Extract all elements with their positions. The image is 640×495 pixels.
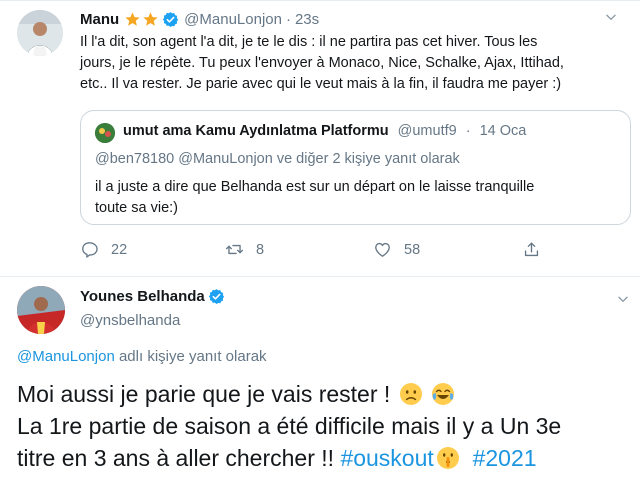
tweet2-header: Younes Belhanda [80, 288, 225, 305]
timestamp[interactable]: 23s [295, 11, 319, 28]
quoted-text-line: toute sa vie:) [95, 200, 179, 216]
quoted-tweet[interactable]: umut ama Kamu Aydınlatma Platformu @umut… [80, 110, 631, 225]
retweet-icon [225, 244, 244, 255]
tweet-text-line: Il l'a dit, son agent l'a dit, je te le … [80, 34, 538, 50]
quoted-text: il a juste a dire que Belhanda est sur u… [95, 177, 615, 219]
reply-count: 22 [111, 241, 128, 258]
tweet-text-line: jours, je le répète. Tu peux l'envoyer à… [80, 55, 564, 71]
like-count: 58 [404, 241, 421, 258]
star-icon [125, 11, 140, 26]
like-button[interactable]: 58 [373, 240, 420, 259]
tweet-divider [0, 276, 640, 277]
tweet2-line-3-text: titre en 3 ans à aller chercher !! [17, 445, 341, 471]
tweet-text: Il l'a dit, son agent l'a dit, je te le … [80, 32, 625, 95]
hashtag-2021[interactable]: #2021 [473, 445, 537, 471]
tweet2-line-1: Moi aussi je parie que je vais rester ! [17, 378, 637, 410]
reply-mention-link[interactable]: @ManuLonjon [17, 348, 115, 365]
user-handle[interactable]: @ManuLonjon [184, 11, 282, 28]
display-name[interactable]: Manu [80, 11, 119, 28]
retweet-count: 8 [256, 241, 265, 258]
user-handle[interactable]: @ynsbelhanda [80, 312, 180, 329]
quoted-handle[interactable]: @umutf9 [398, 123, 457, 139]
reply-button[interactable]: 22 [80, 240, 127, 259]
separator-dot: · [465, 123, 471, 139]
quoted-date[interactable]: 14 Oca [480, 123, 527, 139]
shushing-face-emoji [436, 447, 459, 469]
crying-laughing-emoji [432, 383, 455, 405]
quoted-header: umut ama Kamu Aydınlatma Platformu @umut… [123, 123, 526, 139]
tweet-text-line: etc.. Il va rester. Je parie avec qui le… [80, 76, 562, 92]
avatar-younes[interactable] [17, 286, 65, 334]
reply-icon [82, 242, 98, 258]
star-icon [143, 11, 158, 26]
hashtag-ouskout[interactable]: #ouskout [340, 445, 433, 471]
tweet2-line-3: titre en 3 ans à aller chercher !! #ousk… [17, 442, 637, 474]
quoted-display-name[interactable]: umut ama Kamu Aydınlatma Platformu [123, 123, 389, 139]
avatar-manu[interactable] [17, 10, 63, 56]
chevron-down-icon[interactable] [616, 292, 630, 306]
name-stars [124, 11, 159, 28]
reply-context: @ManuLonjon adlı kişiye yanıt olarak [17, 348, 267, 365]
tweet-manu[interactable]: Manu @ManuLonjon · 23s Il l'a dit, son a… [0, 0, 640, 276]
quoted-text-line: il a juste a dire que Belhanda est sur u… [95, 179, 535, 195]
share-icon [524, 242, 539, 257]
worried-face-emoji [399, 383, 422, 405]
share-button[interactable] [522, 240, 541, 259]
tweet-header: Manu @ManuLonjon · 23s [80, 8, 628, 30]
quoted-reply-context: @ben78180 @ManuLonjon ve diğer 2 kişiye … [95, 151, 460, 167]
tweet-actions: 22 8 58 [80, 240, 620, 264]
tweet2-text: Moi aussi je parie que je vais rester ! … [17, 378, 637, 474]
tweet2-line-2: La 1re partie de saison a été difficile … [17, 413, 562, 439]
like-icon [375, 242, 390, 257]
verified-badge-icon [208, 289, 224, 304]
chevron-down-icon[interactable] [604, 10, 618, 24]
separator-dot: · [285, 10, 291, 28]
retweet-button[interactable]: 8 [225, 240, 264, 259]
reply-context-suffix: adlı kişiye yanıt olarak [118, 348, 267, 365]
tweet2-line-1-text: Moi aussi je parie que je vais rester ! [17, 381, 391, 407]
verified-badge-icon [163, 11, 179, 27]
display-name[interactable]: Younes Belhanda [80, 288, 205, 305]
quoted-avatar[interactable] [95, 123, 115, 143]
